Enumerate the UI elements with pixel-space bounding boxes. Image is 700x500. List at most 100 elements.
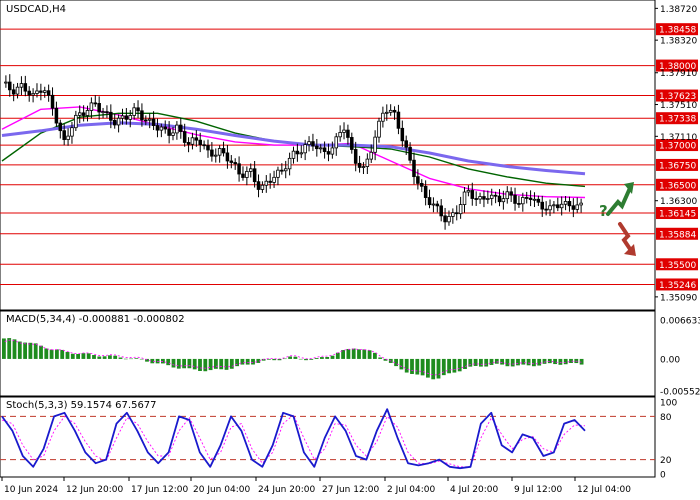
- candle-body: [486, 198, 490, 200]
- macd-bar: [134, 358, 139, 359]
- candle-body: [287, 157, 292, 170]
- candle-body: [427, 197, 432, 206]
- candle-body: [225, 152, 230, 162]
- macd-tick-label: -0.005523: [660, 388, 700, 398]
- y-tick-label: 1.37910: [660, 69, 697, 79]
- stoch-tick-label: 80: [660, 413, 672, 423]
- candle-body: [46, 90, 51, 96]
- candle-body: [136, 107, 140, 112]
- candle-body: [462, 191, 467, 205]
- candle-body: [330, 147, 335, 155]
- candle-body: [4, 81, 8, 84]
- macd-bar: [224, 358, 229, 370]
- candle-body: [373, 136, 377, 153]
- candle-body: [105, 111, 109, 114]
- level-label: 1.35500: [659, 261, 696, 271]
- macd-bar: [219, 358, 224, 370]
- macd-bar: [12, 339, 17, 359]
- candle-body: [54, 107, 59, 124]
- y-tick-label: 1.37510: [660, 101, 697, 111]
- candle-body: [77, 112, 82, 116]
- candle-body: [19, 83, 24, 88]
- candle-body: [489, 194, 494, 199]
- candle-body: [124, 115, 129, 120]
- x-tick-label: 9 Jul 12:00: [514, 485, 563, 495]
- candle-body: [31, 93, 35, 96]
- candle-body: [447, 216, 451, 223]
- macd-bar: [489, 358, 494, 365]
- candle-body: [62, 130, 66, 140]
- macd-bar: [97, 356, 102, 359]
- candle-body: [268, 180, 272, 183]
- macd-bar: [76, 354, 80, 359]
- candle-body: [579, 202, 583, 206]
- candle-body: [346, 129, 350, 138]
- macd-bar: [65, 351, 70, 359]
- candle-body: [217, 148, 222, 156]
- candle-body: [478, 196, 482, 200]
- x-tick-label: 10 Jun 2024: [4, 485, 58, 495]
- candle-body: [186, 142, 191, 145]
- macd-bar: [198, 358, 202, 372]
- candle-body: [159, 126, 164, 131]
- x-tick-label: 2 Jul 04:00: [387, 485, 436, 495]
- macd-bar: [245, 358, 250, 365]
- candle-body: [198, 139, 202, 146]
- candle-body: [163, 126, 168, 130]
- macd-bar: [473, 358, 478, 366]
- macd-bar: [426, 358, 430, 378]
- x-tick-label: 12 Jul 04:00: [577, 485, 631, 495]
- candle-body: [42, 90, 47, 93]
- x-tick-label: 12 Jun 20:00: [66, 485, 123, 495]
- macd-bar: [28, 342, 33, 359]
- candle-body: [50, 94, 55, 109]
- macd-bar: [123, 358, 128, 360]
- candle-body: [392, 109, 397, 113]
- macd-bar: [320, 357, 324, 359]
- macd-bar: [526, 358, 531, 366]
- macd-bar: [479, 358, 483, 367]
- candle-body: [404, 140, 408, 148]
- question-mark-label: ?: [599, 202, 608, 220]
- candle-body: [248, 168, 253, 172]
- candle-body: [408, 146, 412, 161]
- level-label: 1.35884: [659, 230, 696, 240]
- candle-body: [365, 158, 370, 167]
- candle-body: [318, 147, 323, 150]
- level-label: 1.37338: [659, 115, 696, 125]
- candle-body: [85, 110, 90, 116]
- macd-bar: [420, 358, 425, 376]
- candle-body: [58, 122, 63, 132]
- candle-body: [155, 125, 160, 131]
- candle-body: [179, 124, 183, 132]
- candle-body: [540, 201, 545, 210]
- candle-body: [151, 118, 156, 126]
- candle-body: [563, 201, 568, 205]
- macd-bar: [516, 358, 520, 366]
- macd-bar: [92, 355, 96, 359]
- candle-body: [431, 203, 436, 206]
- macd-bar: [108, 355, 112, 359]
- candle-body: [458, 204, 463, 215]
- candle-body: [167, 128, 171, 136]
- macd-bar: [415, 358, 420, 375]
- candle-body: [548, 205, 552, 211]
- macd-bar: [547, 358, 552, 364]
- macd-bar: [33, 343, 38, 359]
- level-label: 1.37000: [659, 142, 696, 152]
- candle-body: [283, 168, 288, 172]
- macd-tick-label: 0.00: [660, 355, 680, 365]
- macd-bar: [60, 349, 65, 359]
- price-pane-title: USDCAD,H4: [6, 4, 66, 15]
- candle-body: [307, 141, 311, 145]
- macd-bar: [192, 358, 197, 370]
- y-tick-label: 1.38720: [660, 5, 697, 15]
- macd-bar: [351, 348, 356, 359]
- macd-bar: [558, 358, 563, 365]
- macd-bar: [17, 341, 22, 359]
- x-tick-label: 27 Jun 12:00: [322, 485, 379, 495]
- candle-body: [27, 90, 31, 96]
- candle-body: [528, 197, 533, 200]
- candle-body: [501, 198, 506, 203]
- macd-bar: [335, 352, 340, 359]
